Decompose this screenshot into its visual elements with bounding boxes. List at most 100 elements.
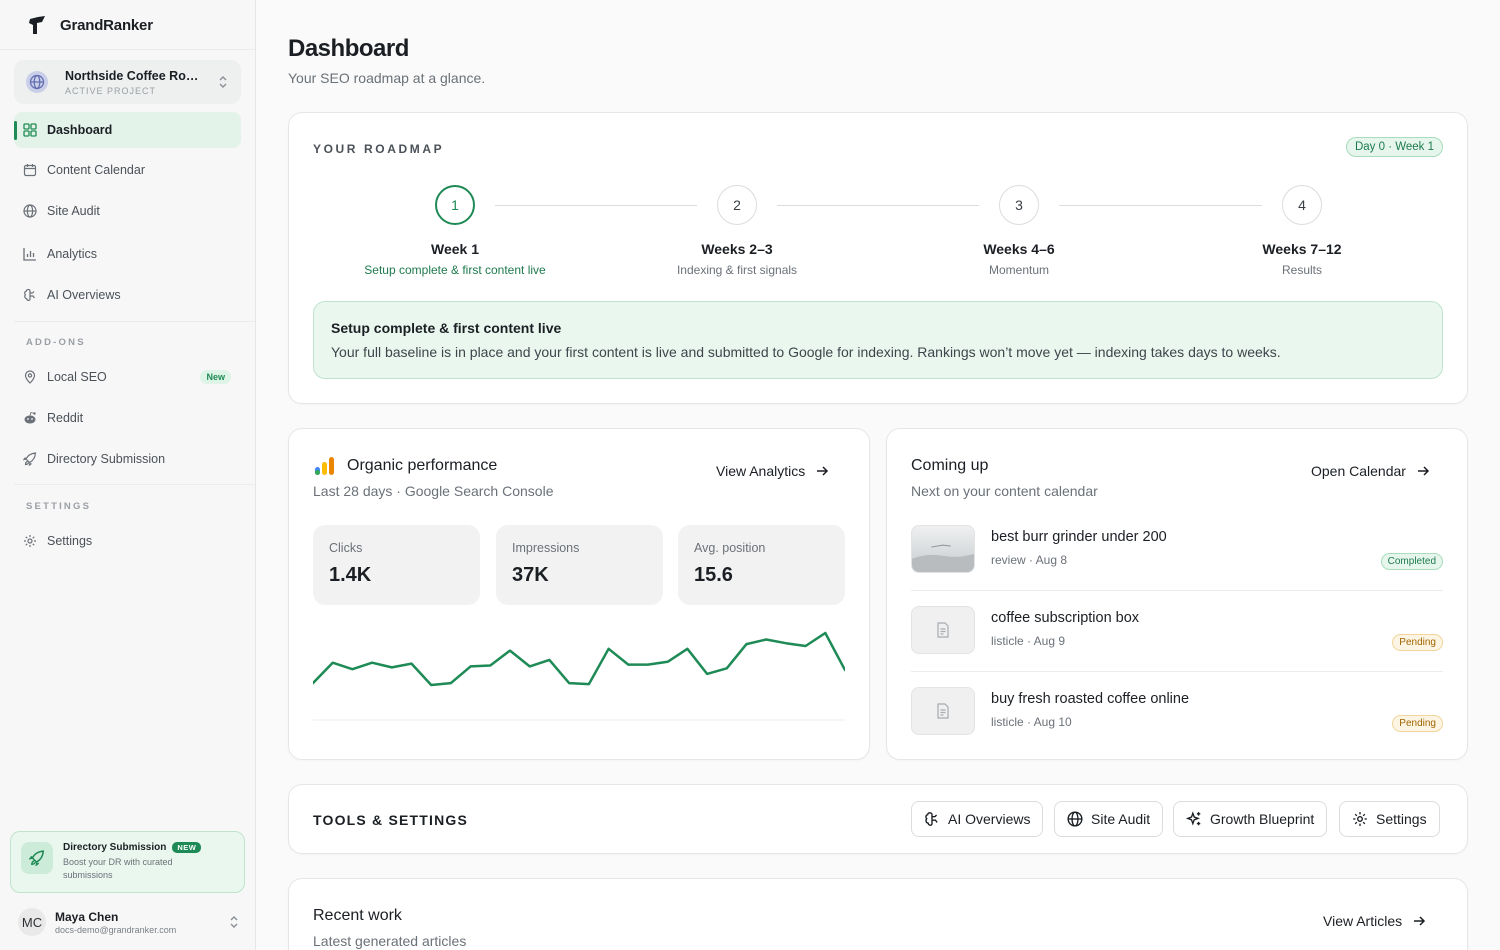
card-title: Recent work — [313, 907, 402, 924]
globe-icon — [23, 204, 37, 218]
stat-label: Clicks — [329, 541, 363, 555]
calendar-item[interactable]: buy fresh roasted coffee online listicle… — [911, 687, 1443, 751]
arrow-right-icon — [815, 464, 829, 478]
stat-impressions: Impressions 37K — [496, 525, 663, 605]
step-title: Weeks 4–6 — [983, 241, 1055, 257]
roadmap-label: YOUR ROADMAP — [313, 142, 445, 156]
project-name: Northside Coffee Roa... — [65, 68, 201, 83]
gear-icon — [23, 534, 37, 548]
item-title: coffee subscription box — [991, 610, 1140, 626]
divider — [0, 49, 255, 50]
roadmap-step-4: 4 Weeks 7–12 Results — [1202, 185, 1402, 277]
step-title: Weeks 7–12 — [1262, 241, 1342, 257]
step-number: 1 — [435, 185, 475, 225]
button-label: Site Audit — [1091, 811, 1151, 827]
sparkles-icon — [1186, 811, 1202, 827]
sidebar-item-label: Dashboard — [47, 123, 113, 137]
view-analytics-link[interactable]: View Analytics — [716, 463, 829, 479]
document-icon — [911, 687, 975, 735]
reddit-icon — [23, 411, 37, 425]
link-label: Open Calendar — [1311, 463, 1406, 479]
tools-settings-card: TOOLS & SETTINGS AI Overviews Site Audit… — [288, 784, 1468, 854]
section-label-settings: SETTINGS — [26, 501, 92, 512]
user-menu[interactable]: MC Maya Chen docs-demo@grandranker.com — [18, 906, 240, 938]
globe-icon — [1067, 811, 1083, 827]
section-label-addons: ADD-ONS — [26, 337, 86, 348]
stat-avg-position: Avg. position 15.6 — [678, 525, 845, 605]
bar-chart-icon — [23, 247, 37, 261]
brand[interactable]: GrandRanker — [26, 13, 153, 37]
roadmap-step-2: 2 Weeks 2–3 Indexing & first signals — [637, 185, 837, 277]
divider — [14, 321, 255, 322]
status-badge: Pending — [1392, 715, 1443, 732]
card-subtitle: Last 28 days · Google Search Console — [313, 483, 554, 499]
day-week-badge: Day 0 · Week 1 — [1345, 137, 1443, 157]
sidebar-item-local-seo[interactable]: Local SEO New — [14, 359, 241, 395]
grandranker-logo-icon — [26, 14, 48, 36]
ai-overviews-button[interactable]: AI Overviews — [911, 801, 1044, 837]
growth-blueprint-button[interactable]: Growth Blueprint — [1173, 801, 1328, 837]
link-label: View Analytics — [716, 463, 806, 479]
project-globe-icon — [26, 71, 48, 93]
view-articles-link[interactable]: View Articles — [1323, 913, 1426, 929]
user-email: docs-demo@grandranker.com — [55, 924, 177, 935]
sidebar-item-label: Site Audit — [47, 204, 100, 218]
sidebar-item-analytics[interactable]: Analytics — [14, 236, 241, 272]
item-title: best burr grinder under 200 — [991, 529, 1167, 545]
stat-value: 1.4K — [329, 564, 372, 586]
card-subtitle: Latest generated articles — [313, 933, 467, 949]
button-label: Growth Blueprint — [1210, 811, 1315, 827]
brain-icon — [924, 811, 940, 827]
site-audit-button[interactable]: Site Audit — [1054, 801, 1164, 837]
project-label: ACTIVE PROJECT — [65, 85, 157, 96]
sidebar-item-label: Reddit — [47, 411, 84, 425]
avatar: MC — [18, 908, 46, 936]
roadmap-step-1: 1 Week 1 Setup complete & first content … — [355, 185, 555, 277]
card-title: Organic performance — [347, 457, 498, 474]
settings-button[interactable]: Settings — [1339, 801, 1440, 837]
callout-title: Setup complete & first content live — [331, 320, 562, 336]
tools-label: TOOLS & SETTINGS — [313, 812, 469, 828]
directory-submission-promo[interactable]: Directory Submission NEW Boost your DR w… — [10, 831, 245, 893]
sidebar-item-dashboard[interactable]: Dashboard — [14, 112, 241, 148]
organic-performance-card: Organic performance Last 28 days · Googl… — [288, 428, 870, 760]
sidebar-item-content-calendar[interactable]: Content Calendar — [14, 152, 241, 188]
step-number: 3 — [999, 185, 1039, 225]
calendar-icon — [23, 163, 37, 177]
google-analytics-icon — [313, 456, 337, 476]
sidebar-item-ai-overviews[interactable]: AI Overviews — [14, 277, 241, 313]
item-title: buy fresh roasted coffee online — [991, 691, 1190, 707]
item-meta: review · Aug 8 — [991, 553, 1068, 567]
step-subtitle: Results — [1281, 263, 1322, 277]
calendar-item[interactable]: coffee subscription box listicle · Aug 9… — [911, 606, 1443, 670]
status-badge: Pending — [1392, 634, 1443, 651]
new-badge: New — [200, 370, 231, 384]
sidebar-item-settings[interactable]: Settings — [14, 523, 241, 559]
rocket-icon — [23, 452, 37, 466]
callout-text: Your full baseline is in place and your … — [331, 344, 1281, 360]
divider — [911, 671, 1443, 672]
open-calendar-link[interactable]: Open Calendar — [1311, 463, 1430, 479]
sidebar-item-reddit[interactable]: Reddit — [14, 400, 241, 436]
calendar-item[interactable]: best burr grinder under 200 review · Aug… — [911, 525, 1443, 589]
link-label: View Articles — [1323, 913, 1403, 929]
arrow-right-icon — [1412, 914, 1426, 928]
sidebar-item-label: Analytics — [47, 247, 98, 261]
project-switcher[interactable]: Northside Coffee Roa... ACTIVE PROJECT — [14, 60, 241, 104]
sidebar-item-directory-submission[interactable]: Directory Submission — [14, 441, 241, 477]
arrow-right-icon — [1416, 464, 1430, 478]
chevron-up-down-icon — [228, 915, 240, 929]
divider — [14, 484, 255, 485]
sidebar-item-label: Directory Submission — [47, 452, 166, 466]
roadmap-callout: Setup complete & first content live Your… — [313, 301, 1443, 379]
promo-title: Directory Submission — [63, 842, 167, 853]
promo-text: Boost your DR with curated submissions — [63, 857, 173, 880]
step-title: Weeks 2–3 — [701, 241, 773, 257]
sidebar-item-site-audit[interactable]: Site Audit — [14, 193, 241, 229]
step-subtitle: Indexing & first signals — [676, 263, 798, 277]
article-thumbnail — [911, 525, 975, 573]
step-title: Week 1 — [431, 241, 479, 257]
brand-name: GrandRanker — [60, 16, 153, 34]
sidebar-item-label: Content Calendar — [47, 163, 145, 177]
brain-icon — [23, 288, 37, 302]
